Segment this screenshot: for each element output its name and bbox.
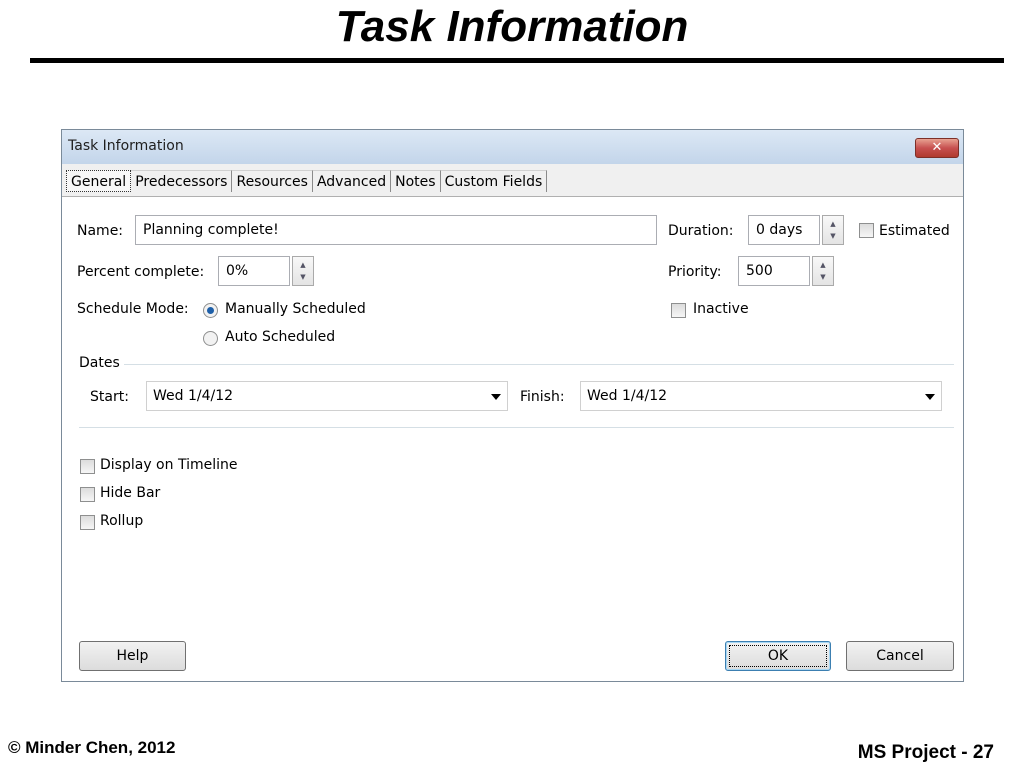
percent-complete-label: Percent complete: [77,264,205,280]
tab-custom-fields[interactable]: Custom Fields [440,170,548,192]
display-on-timeline-checkbox[interactable] [80,459,95,474]
tab-resources[interactable]: Resources [232,170,313,192]
duration-spinner[interactable]: ▲ ▼ [822,215,844,245]
duration-label: Duration: [668,223,734,239]
dialog-titlebar[interactable]: Task Information ✕ [62,130,963,164]
dates-group-label: Dates [79,355,120,371]
hide-bar-label: Hide Bar [100,485,161,501]
task-information-dialog: Task Information ✕ General Predecessors … [61,129,964,682]
rollup-checkbox[interactable] [80,515,95,530]
copyright-footer: © Minder Chen, 2012 [8,738,176,757]
estimated-label: Estimated [879,223,950,239]
priority-spinner[interactable]: ▲ ▼ [812,256,834,286]
dialog-title: Task Information [68,138,184,154]
cancel-button[interactable]: Cancel [846,641,954,671]
spin-up-icon[interactable]: ▲ [823,220,843,228]
auto-scheduled-radio[interactable] [203,331,218,346]
finish-date-dropdown[interactable]: Wed 1/4/12 [580,381,942,411]
auto-scheduled-label: Auto Scheduled [225,329,336,345]
duration-input[interactable]: 0 days [748,215,820,245]
name-label: Name: [77,223,124,239]
rollup-label: Rollup [100,513,144,529]
spin-down-icon[interactable]: ▼ [293,273,313,281]
section-divider [79,427,954,428]
manually-scheduled-label: Manually Scheduled [225,301,366,317]
tab-general[interactable]: General [66,170,132,192]
general-tab-panel: Name: Planning complete! Duration: 0 day… [62,196,963,681]
schedule-mode-label: Schedule Mode: [77,301,189,317]
slide-title: Task Information [335,2,689,51]
estimated-checkbox[interactable] [859,223,874,238]
priority-input[interactable]: 500 [738,256,810,286]
ok-button[interactable]: OK [725,641,831,671]
inactive-checkbox[interactable] [671,303,686,318]
start-date-value: Wed 1/4/12 [153,388,234,404]
inactive-label: Inactive [693,301,749,317]
finish-label: Finish: [520,389,565,405]
chevron-down-icon[interactable] [925,394,935,400]
start-label: Start: [90,389,129,405]
spin-down-icon[interactable]: ▼ [823,232,843,240]
spin-down-icon[interactable]: ▼ [813,273,833,281]
page-number-footer: MS Project - 27 [857,742,994,763]
hide-bar-checkbox[interactable] [80,487,95,502]
dates-group-divider [124,364,954,365]
close-button[interactable]: ✕ [915,138,959,158]
finish-date-value: Wed 1/4/12 [587,388,668,404]
chevron-down-icon[interactable] [491,394,501,400]
tab-predecessors[interactable]: Predecessors [131,170,233,192]
name-input[interactable]: Planning complete! [135,215,657,245]
focus-ring [729,645,827,667]
tab-bar: General Predecessors Resources Advanced … [66,170,548,194]
manually-scheduled-radio[interactable] [203,303,218,318]
title-divider [30,58,1004,63]
tab-notes[interactable]: Notes [391,170,441,192]
percent-complete-spinner[interactable]: ▲ ▼ [292,256,314,286]
tab-advanced[interactable]: Advanced [312,170,392,192]
spin-up-icon[interactable]: ▲ [813,261,833,269]
start-date-dropdown[interactable]: Wed 1/4/12 [146,381,508,411]
display-on-timeline-label: Display on Timeline [100,457,238,473]
spin-up-icon[interactable]: ▲ [293,261,313,269]
close-icon: ✕ [931,140,943,155]
percent-complete-input[interactable]: 0% [218,256,290,286]
help-button[interactable]: Help [79,641,186,671]
priority-label: Priority: [668,264,722,280]
